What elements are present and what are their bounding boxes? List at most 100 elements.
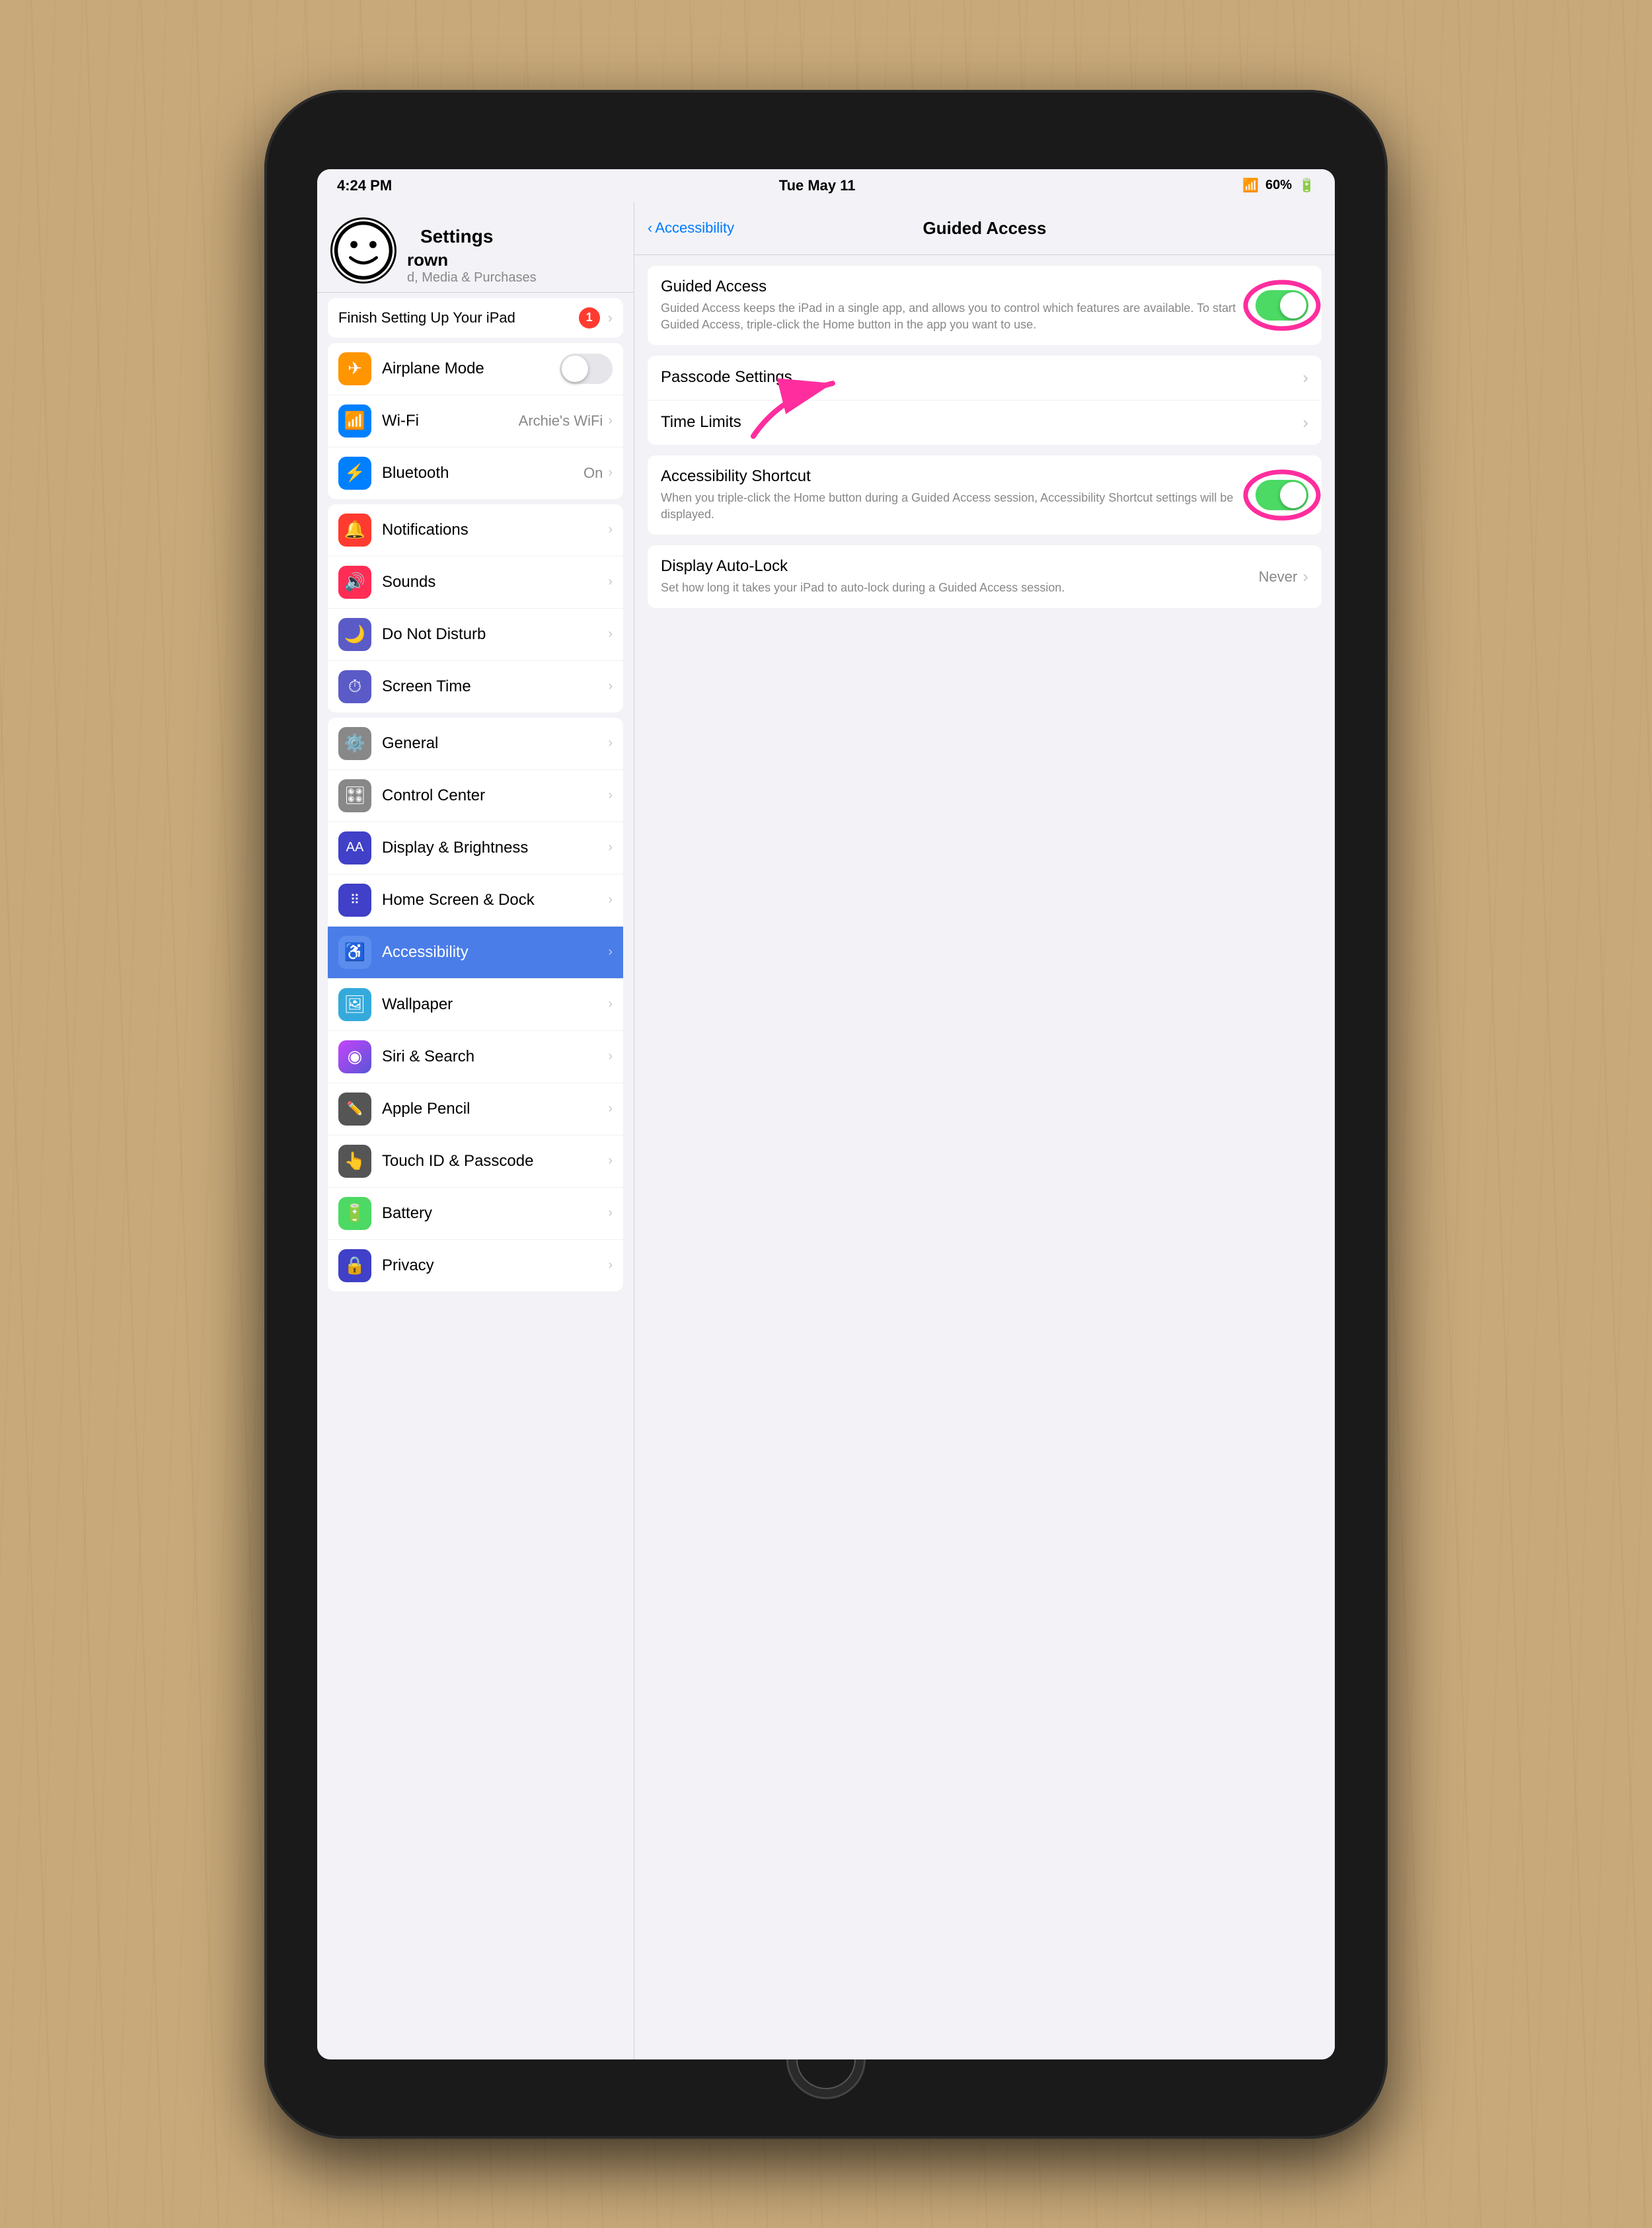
airplane-label: Airplane Mode [382, 360, 560, 378]
general-label: General [382, 734, 608, 753]
sidebar-item-siri[interactable]: ◉ Siri & Search › [328, 1031, 623, 1083]
passcode-settings-row[interactable]: Passcode Settings › [648, 356, 1322, 401]
accessibility-shortcut-toggle[interactable] [1256, 480, 1308, 510]
accessibility-shortcut-toggle-knob [1280, 482, 1306, 508]
passcode-title: Passcode Settings [661, 368, 1302, 387]
profile-info: Settings rown d, Media & Purchases [407, 215, 620, 286]
notifications-icon: 🔔 [338, 514, 371, 547]
accessibility-icon: ♿ [338, 936, 371, 969]
sidebar-item-notifications[interactable]: 🔔 Notifications › [328, 504, 623, 557]
sidebar-item-sounds[interactable]: 🔊 Sounds › [328, 557, 623, 609]
airplane-toggle-knob [562, 356, 588, 382]
sidebar-group-system: ⚙️ General › 🎛 Control Center › AA Displ… [328, 718, 623, 1291]
setup-banner[interactable]: Finish Setting Up Your iPad 1 › [328, 298, 623, 338]
sidebar-item-wallpaper[interactable]: 🖼 Wallpaper › [328, 979, 623, 1031]
screentime-icon: ⏱ [338, 670, 371, 703]
setup-text: Finish Setting Up Your iPad [338, 309, 515, 327]
siri-chevron: › [608, 1049, 613, 1064]
applepencil-icon: ✏️ [338, 1093, 371, 1126]
sidebar-item-controlcenter[interactable]: 🎛 Control Center › [328, 770, 623, 822]
notifications-label: Notifications [382, 521, 608, 539]
sidebar-group-connectivity: ✈ Airplane Mode 📶 Wi-Fi Archie's WiFi › … [328, 343, 623, 499]
bluetooth-label: Bluetooth [382, 464, 583, 482]
sidebar-item-wifi[interactable]: 📶 Wi-Fi Archie's WiFi › [328, 395, 623, 447]
status-right: 📶 60% 🔋 [1242, 177, 1315, 194]
time-limits-chevron: › [1302, 412, 1308, 433]
accessibility-shortcut-toggle-container [1256, 480, 1308, 510]
sidebar-item-privacy[interactable]: 🔒 Privacy › [328, 1240, 623, 1291]
display-autolock-row[interactable]: Display Auto-Lock Set how long it takes … [648, 545, 1322, 608]
controlcenter-label: Control Center [382, 787, 608, 805]
profile-name: rown [407, 250, 620, 270]
dnd-label: Do Not Disturb [382, 625, 608, 644]
guided-access-desc: Guided Access keeps the iPad in a single… [661, 300, 1256, 333]
time-limits-title: Time Limits [661, 413, 1302, 432]
detail-scroll: Guided Access Guided Access keeps the iP… [634, 255, 1335, 635]
display-autolock-title: Display Auto-Lock [661, 557, 1259, 576]
screentime-chevron: › [608, 679, 613, 694]
profile-section[interactable]: Settings rown d, Media & Purchases [317, 202, 634, 293]
nav-back-button[interactable]: ‹ Accessibility [648, 219, 734, 237]
applepencil-chevron: › [608, 1101, 613, 1116]
time-limits-left: Time Limits [661, 413, 1302, 432]
display-autolock-group: Display Auto-Lock Set how long it takes … [648, 545, 1322, 608]
passcode-timelimits-group: Passcode Settings › Time Limits › [648, 356, 1322, 445]
battery-percent: 60% [1265, 178, 1292, 193]
time-limits-row[interactable]: Time Limits › [648, 401, 1322, 445]
displaybright-label: Display & Brightness [382, 839, 608, 857]
sidebar-item-general[interactable]: ⚙️ General › [328, 718, 623, 770]
dnd-icon: 🌙 [338, 618, 371, 651]
profile-subtitle: d, Media & Purchases [407, 270, 620, 286]
sidebar-item-screentime[interactable]: ⏱ Screen Time › [328, 661, 623, 712]
sidebar-item-displaybright[interactable]: AA Display & Brightness › [328, 822, 623, 874]
general-chevron: › [608, 736, 613, 751]
settings-title: Settings [407, 215, 620, 250]
battery-icon: 🔋 [1298, 177, 1315, 194]
accessibility-label: Accessibility [382, 943, 608, 962]
privacy-label: Privacy [382, 1256, 608, 1275]
ipad-screen: 4:24 PM Tue May 11 📶 60% 🔋 [317, 169, 1335, 2059]
setup-right: 1 › [579, 307, 613, 328]
display-autolock-right: Never › [1259, 566, 1308, 587]
touchid-label: Touch ID & Passcode [382, 1152, 608, 1171]
accessibility-chevron: › [608, 944, 613, 960]
applepencil-label: Apple Pencil [382, 1100, 608, 1118]
accessibility-shortcut-right [1256, 480, 1308, 510]
wifi-icon-sidebar: 📶 [338, 404, 371, 438]
sidebar-item-bluetooth[interactable]: ⚡ Bluetooth On › [328, 447, 623, 499]
sidebar-item-airplane[interactable]: ✈ Airplane Mode [328, 343, 623, 395]
sidebar-item-applepencil[interactable]: ✏️ Apple Pencil › [328, 1083, 623, 1135]
nav-title: Guided Access [923, 218, 1047, 239]
main-content: Settings rown d, Media & Purchases Finis… [317, 202, 1335, 2059]
guided-access-toggle[interactable] [1256, 290, 1308, 321]
accessibility-shortcut-group: Accessibility Shortcut When you triple-c… [648, 455, 1322, 535]
guided-access-row[interactable]: Guided Access Guided Access keeps the iP… [648, 266, 1322, 345]
sidebar-item-dnd[interactable]: 🌙 Do Not Disturb › [328, 609, 623, 661]
sounds-icon: 🔊 [338, 566, 371, 599]
screentime-label: Screen Time [382, 677, 608, 696]
homescreen-label: Home Screen & Dock [382, 891, 608, 909]
sidebar-item-battery[interactable]: 🔋 Battery › [328, 1188, 623, 1240]
sounds-label: Sounds [382, 573, 608, 592]
airplane-toggle[interactable] [560, 354, 613, 384]
sidebar-item-homescreen[interactable]: ⠿ Home Screen & Dock › [328, 874, 623, 927]
status-date: Tue May 11 [779, 177, 856, 194]
battery-icon-sidebar: 🔋 [338, 1197, 371, 1230]
sounds-chevron: › [608, 574, 613, 590]
touchid-icon: 👆 [338, 1145, 371, 1178]
status-time: 4:24 PM [337, 177, 392, 194]
passcode-chevron: › [1302, 367, 1308, 388]
wifi-chevron: › [608, 413, 613, 428]
sidebar-item-touchid[interactable]: 👆 Touch ID & Passcode › [328, 1135, 623, 1188]
sidebar-item-accessibility[interactable]: ♿ Accessibility › [328, 927, 623, 979]
avatar [330, 217, 396, 284]
bluetooth-value: On [583, 465, 603, 482]
accessibility-shortcut-row[interactable]: Accessibility Shortcut When you triple-c… [648, 455, 1322, 535]
wifi-label: Wi-Fi [382, 412, 519, 430]
display-autolock-value: Never [1259, 568, 1298, 586]
guided-access-right [1256, 290, 1308, 321]
setup-chevron: › [608, 309, 613, 327]
displaybright-chevron: › [608, 840, 613, 855]
wifi-value: Archie's WiFi [519, 412, 603, 430]
detail-pane: ‹ Accessibility Guided Access Guided Acc… [634, 202, 1335, 2059]
